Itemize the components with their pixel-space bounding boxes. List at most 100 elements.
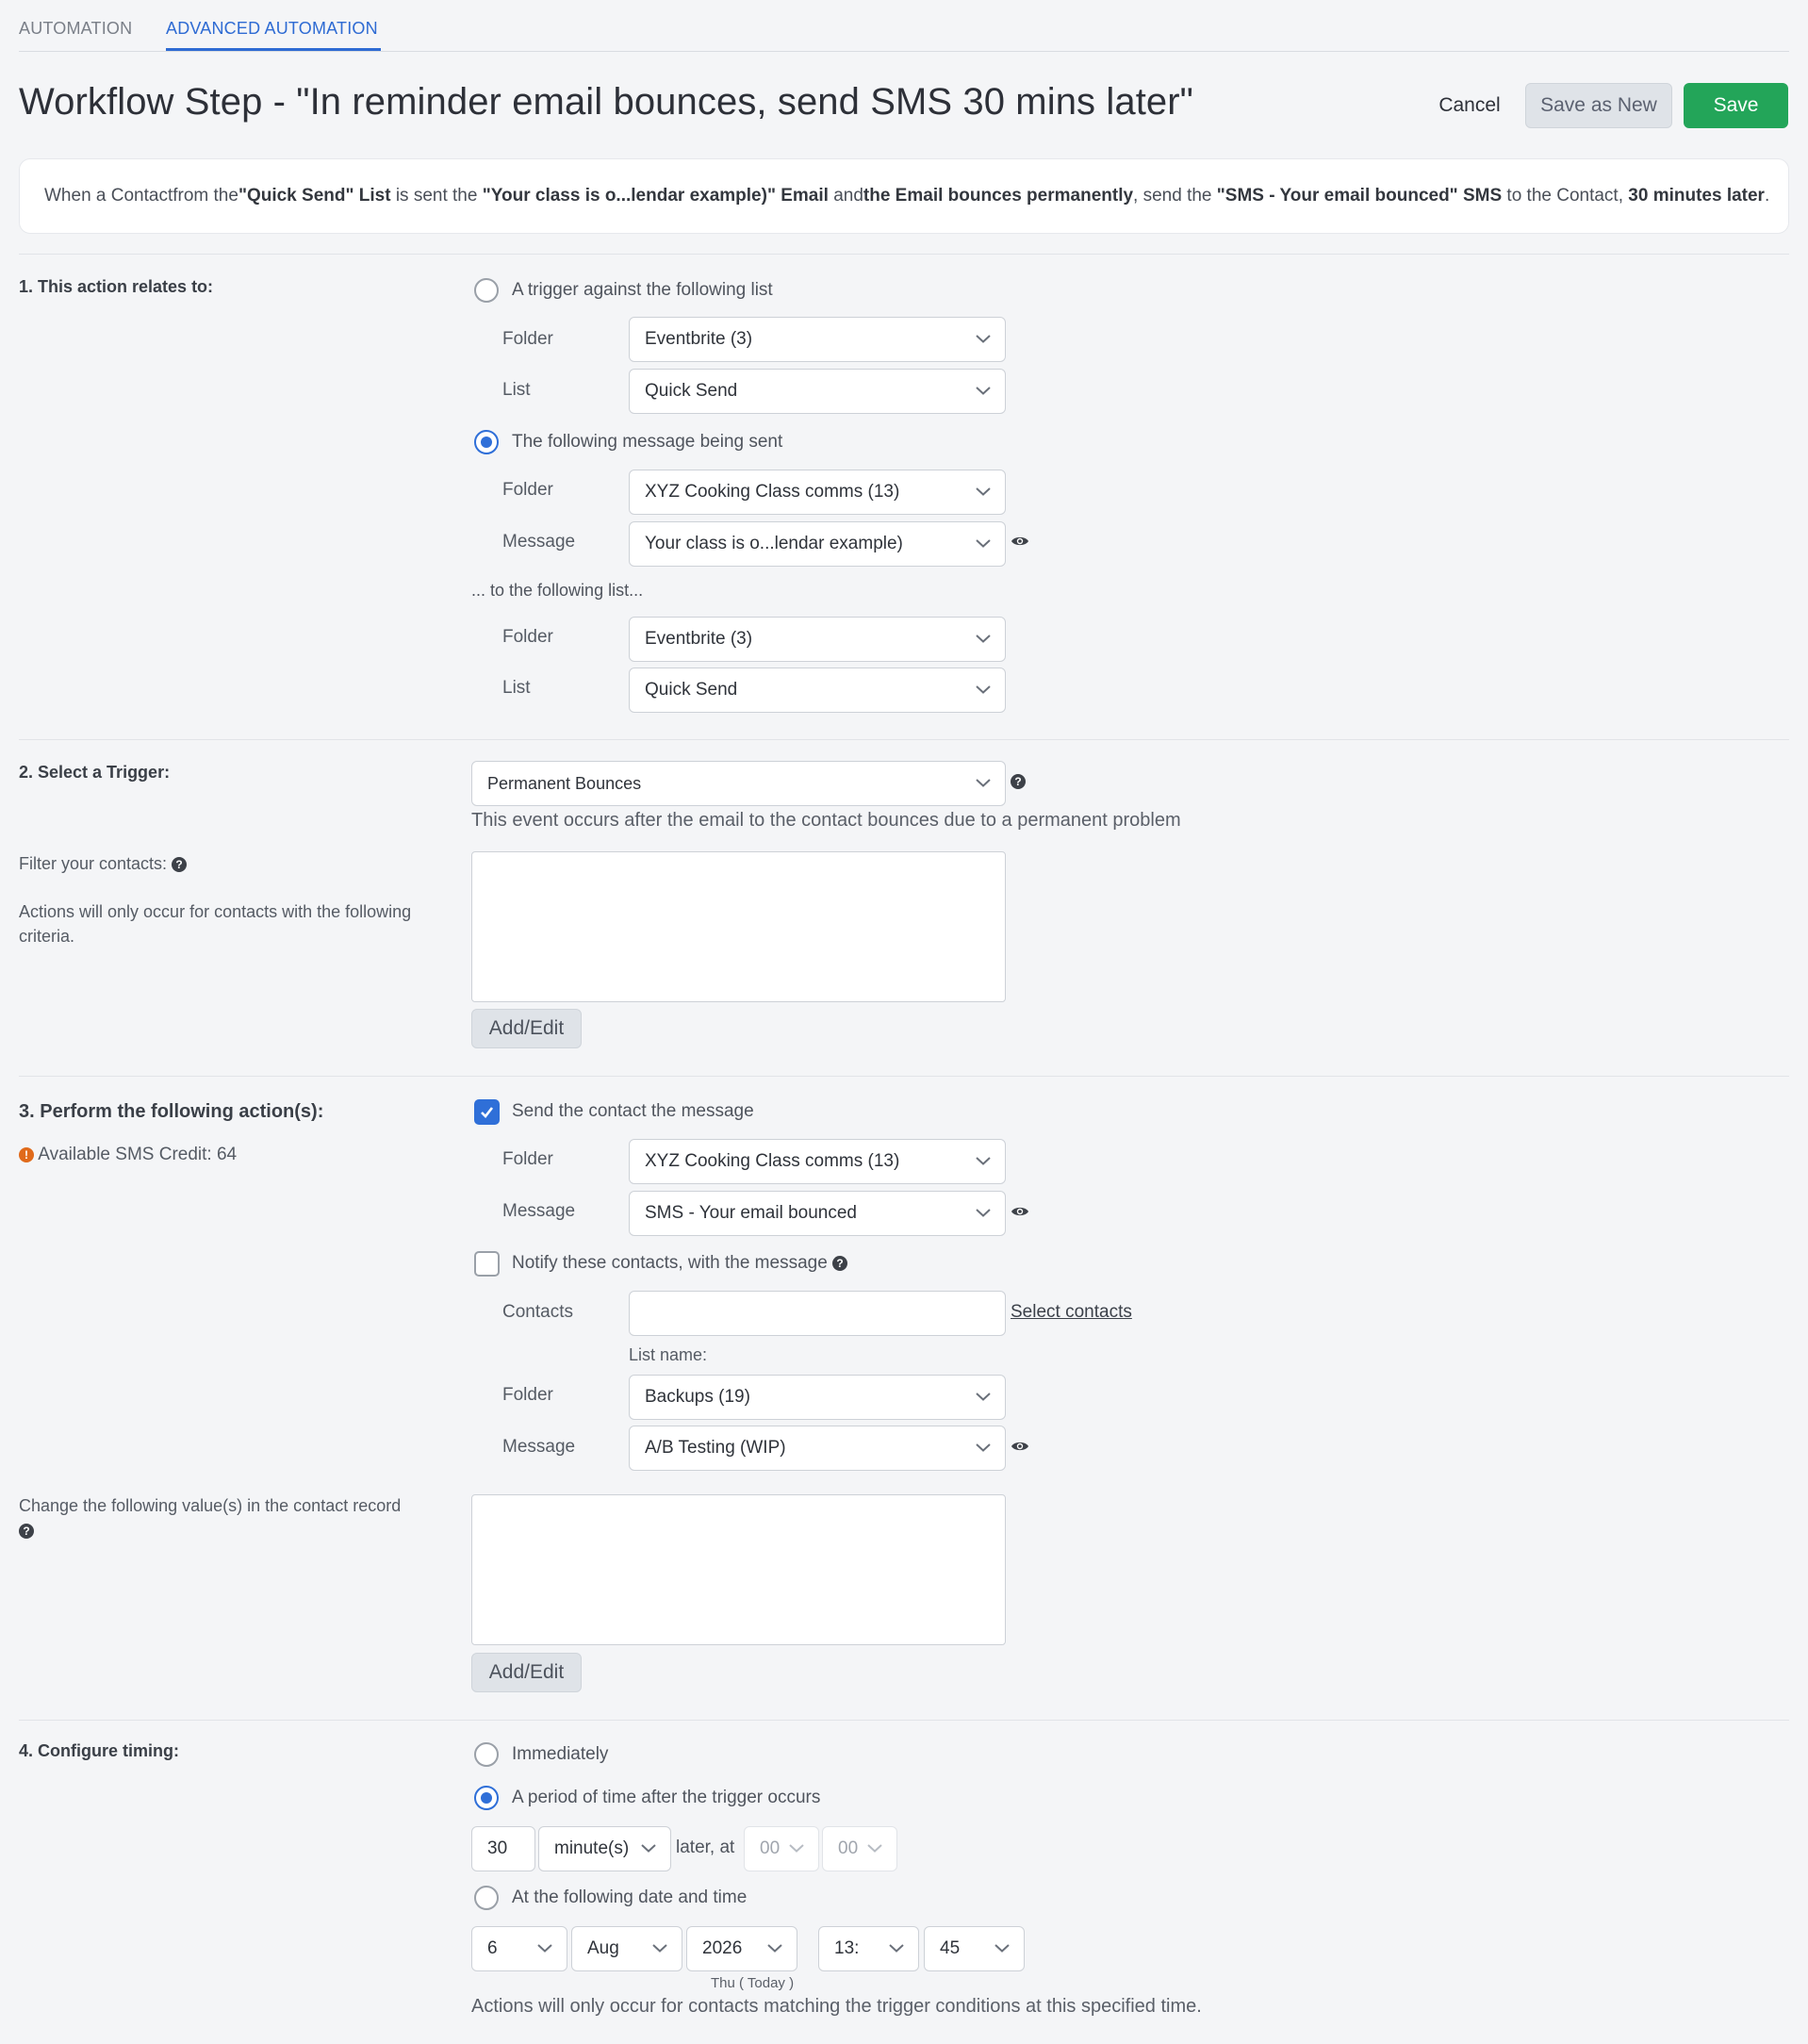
to-list-folder-select[interactable]: Eventbrite (3) [629, 617, 1006, 662]
help-icon[interactable]: ? [832, 1256, 848, 1271]
tab-advanced-automation[interactable]: ADVANCED AUTOMATION [166, 19, 378, 39]
period-unit-select[interactable]: minute(s) [538, 1826, 671, 1871]
year-select[interactable]: 2026 [686, 1926, 797, 1971]
time-minute-value: 45 [940, 1938, 961, 1958]
chevron-down-icon [976, 685, 991, 694]
sms-credit: ! Available SMS Credit: 64 [19, 1143, 237, 1167]
send-folder-value: XYZ Cooking Class comms (13) [645, 1151, 900, 1171]
trigger-select[interactable]: Permanent Bounces [471, 761, 1006, 806]
help-icon[interactable]: ? [19, 1524, 34, 1539]
help-icon[interactable]: ? [1011, 774, 1026, 789]
chevron-down-icon [537, 1944, 552, 1953]
filter-add-edit-button[interactable]: Add/Edit [471, 1009, 582, 1048]
chevron-down-icon [889, 1944, 904, 1953]
time-hour-select[interactable]: 13: [818, 1926, 919, 1971]
message-select[interactable]: Your class is o...lendar example) [629, 521, 1006, 567]
folder-label: Folder [502, 1385, 553, 1405]
radio-date-time[interactable] [474, 1886, 499, 1910]
radio-message-sent[interactable] [474, 430, 499, 454]
eye-icon[interactable] [1011, 1205, 1029, 1218]
message-label: Message [502, 1201, 576, 1221]
list-label: List [502, 380, 531, 400]
chevron-down-icon [976, 335, 991, 343]
trigger-value: Permanent Bounces [487, 773, 642, 793]
summary-text: , send the [1133, 186, 1217, 206]
chevron-down-icon [867, 1844, 882, 1853]
folder-label: Folder [502, 1149, 553, 1169]
save-button[interactable]: Save [1684, 83, 1788, 128]
send-message-select[interactable]: SMS - Your email bounced [629, 1191, 1006, 1236]
filter-label-text: Filter your contacts: [19, 854, 168, 873]
chevron-down-icon [976, 487, 991, 496]
filter-criteria-box[interactable] [471, 851, 1006, 1002]
list-select[interactable]: Quick Send [629, 369, 1006, 414]
time-hour-value: 13: [834, 1938, 860, 1958]
help-icon[interactable]: ? [172, 857, 188, 872]
month-select[interactable]: Aug [571, 1926, 682, 1971]
eye-icon[interactable] [1011, 1440, 1029, 1453]
message-folder-value: XYZ Cooking Class comms (13) [645, 482, 900, 502]
message-label: Message [502, 532, 576, 552]
change-values-label: Change the following value(s) in the con… [19, 1493, 415, 1542]
message-folder-select[interactable]: XYZ Cooking Class comms (13) [629, 470, 1006, 515]
at-hour-select[interactable]: 00 [744, 1826, 819, 1871]
day-select[interactable]: 6 [471, 1926, 567, 1971]
notify-contacts-checkbox[interactable] [474, 1251, 500, 1277]
section-3-title: 3. Perform the following action(s): [19, 1101, 324, 1122]
notify-folder-value: Backups (19) [645, 1387, 750, 1407]
chevron-down-icon [641, 1844, 656, 1853]
radio-immediately[interactable] [474, 1742, 499, 1767]
contacts-input[interactable] [629, 1291, 1006, 1336]
notify-folder-select[interactable]: Backups (19) [629, 1375, 1006, 1420]
folder-label: Folder [502, 329, 553, 349]
change-values-text: Change the following value(s) in the con… [19, 1496, 402, 1515]
chevron-down-icon [976, 1393, 991, 1401]
message-value: Your class is o...lendar example) [645, 534, 903, 553]
save-as-new-button[interactable]: Save as New [1525, 83, 1672, 128]
radio-trigger-list[interactable] [474, 278, 499, 303]
send-message-label: Send the contact the message [512, 1101, 754, 1121]
later-at-label: later, at [676, 1838, 735, 1857]
notify-contacts-label: Notify these contacts, with the message … [512, 1253, 848, 1274]
send-folder-select[interactable]: XYZ Cooking Class comms (13) [629, 1139, 1006, 1184]
chevron-down-icon [976, 539, 991, 548]
day-value: 6 [487, 1938, 498, 1958]
timing-footnote: Actions will only occur for contacts mat… [471, 1996, 1202, 2017]
cancel-button[interactable]: Cancel [1425, 83, 1514, 128]
summary-text: is sent the [390, 186, 483, 206]
period-unit-value: minute(s) [554, 1838, 630, 1858]
send-message-checkbox[interactable] [474, 1099, 500, 1125]
month-value: Aug [587, 1938, 619, 1958]
chevron-down-icon [976, 387, 991, 395]
section-4-title: 4. Configure timing: [19, 1741, 179, 1760]
period-value-input[interactable]: 30 [471, 1826, 535, 1871]
time-minute-select[interactable]: 45 [924, 1926, 1025, 1971]
notify-message-select[interactable]: A/B Testing (WIP) [629, 1426, 1006, 1471]
divider [19, 254, 1789, 255]
chevron-down-icon [767, 1944, 782, 1953]
trigger-description: This event occurs after the email to the… [471, 810, 1181, 831]
radio-date-time-label: At the following date and time [512, 1887, 748, 1907]
radio-message-sent-label: The following message being sent [512, 432, 783, 452]
tab-automation[interactable]: AUTOMATION [19, 19, 132, 39]
section-1-title: 1. This action relates to: [19, 277, 214, 296]
summary-text: and [828, 186, 863, 206]
at-hour-value: 00 [760, 1838, 781, 1858]
to-list-select[interactable]: Quick Send [629, 668, 1006, 713]
chevron-down-icon [652, 1944, 667, 1953]
contact-values-add-edit-button[interactable]: Add/Edit [471, 1653, 582, 1692]
eye-icon[interactable] [1011, 535, 1029, 548]
divider [19, 1076, 1789, 1077]
select-contacts-link[interactable]: Select contacts [1011, 1302, 1132, 1323]
list-folder-value: Eventbrite (3) [645, 329, 753, 349]
radio-period-after[interactable] [474, 1786, 499, 1810]
summary-list: "Quick Send" List [238, 186, 391, 206]
contact-values-box[interactable] [471, 1494, 1006, 1645]
list-folder-select[interactable]: Eventbrite (3) [629, 317, 1006, 362]
folder-label: Folder [502, 627, 553, 647]
to-following-list-text: ... to the following list... [471, 581, 644, 600]
summary-text: to the Contact, [1502, 186, 1629, 206]
filter-label: Filter your contacts: ? [19, 851, 188, 876]
radio-immediately-label: Immediately [512, 1744, 609, 1764]
at-minute-select[interactable]: 00 [822, 1826, 897, 1871]
